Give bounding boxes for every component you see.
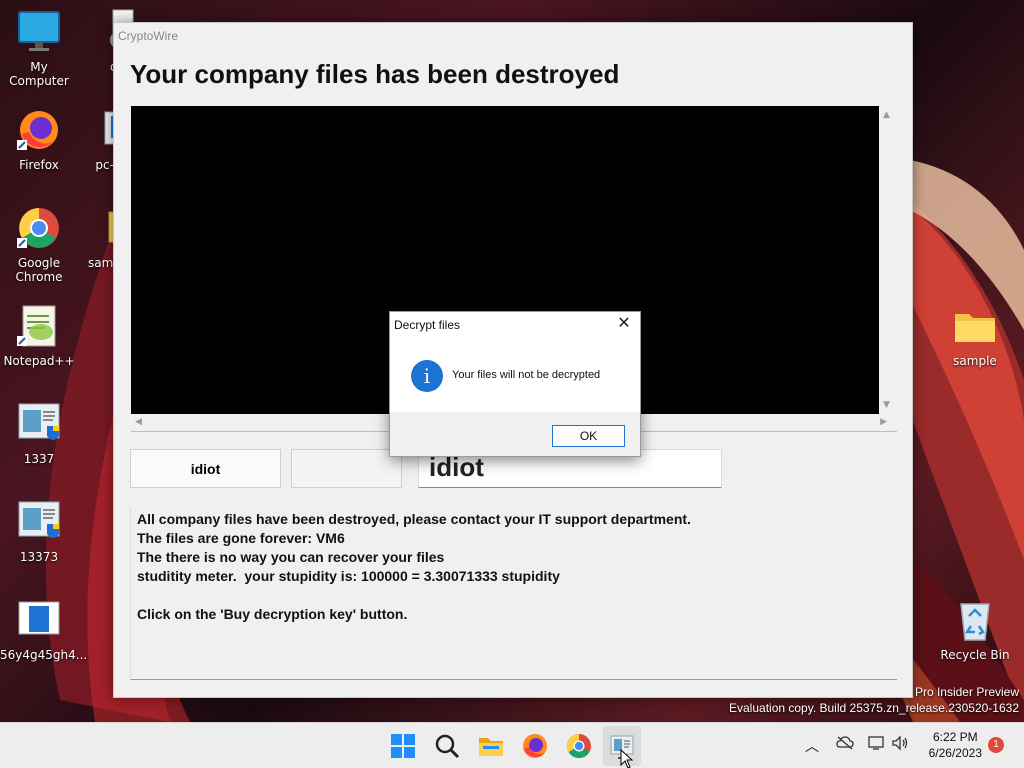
desktop-icon-my-computer[interactable]: My Computer	[0, 8, 78, 88]
firefox-icon[interactable]	[521, 732, 549, 760]
folder-icon	[951, 302, 999, 350]
message-line	[137, 586, 891, 605]
desktop-icon-label: 1337	[23, 452, 55, 466]
desktop-icon-sample-folder[interactable]: sample	[936, 302, 1014, 368]
desktop-icon-56y4g45gh4[interactable]: 56y4g45gh4...	[0, 596, 88, 662]
scroll-down-icon[interactable]: ▼	[883, 400, 890, 410]
desktop-icon-label: 13373	[19, 550, 59, 564]
desktop-icon-label: Recycle Bin	[940, 648, 1010, 662]
scroll-up-icon[interactable]: ▲	[883, 110, 890, 120]
decrypt-files-dialog: Decrypt files ✕ i Your files will not be…	[389, 311, 641, 457]
volume-icon[interactable]	[891, 735, 909, 755]
taskbar: ︿ 6:22 PM 6/26/2023 1	[0, 722, 1024, 768]
message-line: The files are gone forever: VM6	[137, 530, 345, 546]
monitor-icon	[15, 8, 63, 56]
file-explorer-icon[interactable]	[477, 732, 505, 760]
desktop-icon-notepadpp[interactable]: Notepad++	[0, 302, 78, 368]
chrome-icon	[15, 204, 63, 252]
mouse-cursor-icon	[620, 749, 634, 768]
idiot-button[interactable]: idiot	[130, 449, 281, 488]
clock[interactable]: 6:22 PM 6/26/2023	[929, 729, 982, 761]
start-icon[interactable]	[389, 732, 417, 760]
watermark-edition: Pro Insider Preview	[914, 685, 1019, 699]
chevron-up-icon[interactable]: ︿	[805, 736, 819, 756]
close-icon[interactable]: ✕	[616, 315, 632, 331]
desktop-icon-13373[interactable]: 13373	[0, 498, 78, 564]
message-line: studitity meter. your stupidity is: 1000…	[137, 568, 560, 584]
ok-button[interactable]: OK	[552, 425, 625, 447]
clock-date: 6/26/2023	[928, 746, 982, 760]
message-line: All company files have been destroyed, p…	[137, 511, 691, 527]
clock-time: 6:22 PM	[932, 730, 978, 744]
desktop-icon-label: My Computer	[9, 60, 69, 88]
app-window-icon	[15, 498, 63, 546]
recycle-bin-icon	[951, 596, 999, 644]
desktop-icon-recycle-bin[interactable]: Recycle Bin	[936, 596, 1014, 662]
desktop-icon-label: sample	[953, 354, 997, 368]
dialog-title: Decrypt files	[394, 318, 461, 332]
desktop-icon-label: 56y4g45gh4...	[0, 648, 88, 662]
scroll-left-icon[interactable]: ◀	[135, 417, 142, 427]
scroll-right-icon[interactable]: ▶	[880, 417, 887, 427]
ransom-headline: Your company files has been destroyed	[130, 59, 620, 89]
message-line: The there is no way you can recover your…	[137, 549, 445, 565]
dialog-content: Decrypt files ✕ i Your files will not be…	[390, 312, 640, 412]
dialog-message: Your files will not be decrypted	[452, 369, 601, 381]
blank-button[interactable]	[291, 449, 402, 488]
network-icon[interactable]	[867, 735, 885, 755]
vertical-scrollbar[interactable]: ▲ ▼	[879, 106, 897, 414]
message-line: Click on the 'Buy decryption key' button…	[137, 606, 408, 622]
info-icon: i	[411, 360, 443, 392]
chrome-icon[interactable]	[565, 732, 593, 760]
blue-app-icon	[15, 596, 63, 644]
watermark-build: Evaluation copy. Build 25375.zn_release.…	[729, 701, 1019, 715]
cloud-offline-icon[interactable]	[836, 735, 854, 755]
search-icon[interactable]	[433, 732, 461, 760]
notepadpp-icon	[15, 302, 63, 350]
desktop-icon-1337[interactable]: 1337	[0, 400, 78, 466]
firefox-icon	[15, 106, 63, 154]
app-window-icon	[15, 400, 63, 448]
window-title: CryptoWire	[118, 29, 179, 43]
notification-badge[interactable]: 1	[988, 737, 1004, 753]
desktop-icon-label: Notepad++	[3, 354, 75, 368]
ransom-message-box: All company files have been destroyed, p…	[130, 508, 897, 680]
